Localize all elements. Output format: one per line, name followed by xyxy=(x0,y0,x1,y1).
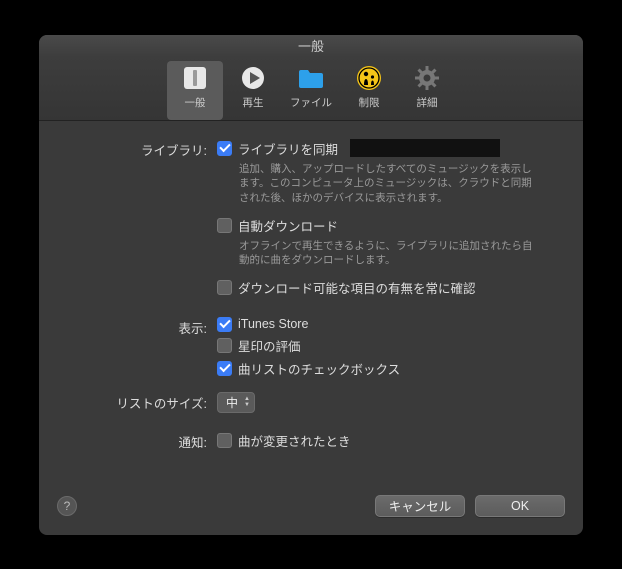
tab-files[interactable]: ファイル xyxy=(283,61,339,120)
cancel-button[interactable]: キャンセル xyxy=(375,495,465,517)
help-button[interactable]: ? xyxy=(57,496,77,516)
tab-advanced[interactable]: 詳細 xyxy=(399,61,455,120)
itunes-store-checkbox[interactable] xyxy=(217,317,232,332)
ok-button[interactable]: OK xyxy=(475,495,565,517)
footer: ? キャンセル OK xyxy=(39,487,583,535)
songlist-checkbox-label: 曲リストのチェックボックス xyxy=(238,359,400,378)
auto-download-checkbox[interactable] xyxy=(217,218,232,233)
star-rating-checkbox[interactable] xyxy=(217,338,232,353)
auto-download-label: 自動ダウンロード xyxy=(238,216,338,235)
tab-playback[interactable]: 再生 xyxy=(225,61,281,120)
song-changed-checkbox[interactable] xyxy=(217,433,232,448)
preferences-toolbar: 一般 再生 ファイル 制限 詳細 xyxy=(39,57,583,121)
notify-section-label: 通知: xyxy=(69,431,217,451)
sync-library-description: 追加、購入、アップロードしたすべてのミュージックを表示します。このコンピュータ上… xyxy=(239,162,539,206)
sync-library-label: ライブラリを同期 xyxy=(238,139,338,158)
songlist-checkbox-checkbox[interactable] xyxy=(217,361,232,376)
preferences-window: 一般 一般 再生 ファイル 制限 xyxy=(39,35,583,535)
display-section-label: 表示: xyxy=(69,317,217,337)
sync-library-account-field xyxy=(350,139,500,157)
tab-restrictions-label: 制限 xyxy=(359,95,380,110)
ok-button-label: OK xyxy=(511,499,529,513)
parental-icon xyxy=(354,63,384,93)
tab-general-label: 一般 xyxy=(185,95,206,110)
check-downloads-label: ダウンロード可能な項目の有無を常に確認 xyxy=(238,278,476,297)
itunes-store-label: iTunes Store xyxy=(238,317,308,331)
song-changed-label: 曲が変更されたとき xyxy=(238,431,351,450)
star-rating-label: 星印の評価 xyxy=(238,336,301,355)
library-section-label: ライブラリ: xyxy=(69,139,217,159)
cancel-button-label: キャンセル xyxy=(389,496,452,515)
listsize-select[interactable]: 中 ▲▼ xyxy=(217,392,255,413)
listsize-section-label: リストのサイズ: xyxy=(69,392,217,412)
help-icon: ? xyxy=(64,499,71,513)
general-icon xyxy=(180,63,210,93)
listsize-value: 中 xyxy=(226,394,238,411)
play-icon xyxy=(238,63,268,93)
window-title: 一般 xyxy=(298,36,324,55)
tab-playback-label: 再生 xyxy=(243,95,264,110)
sync-library-checkbox[interactable] xyxy=(217,141,232,156)
content-area: ライブラリ: ライブラリを同期 追加、購入、アップロードしたすべてのミュージック… xyxy=(39,121,583,487)
tab-advanced-label: 詳細 xyxy=(417,95,438,110)
chevron-updown-icon: ▲▼ xyxy=(244,396,250,408)
tab-files-label: ファイル xyxy=(290,95,332,110)
tab-restrictions[interactable]: 制限 xyxy=(341,61,397,120)
tab-general[interactable]: 一般 xyxy=(167,61,223,120)
auto-download-description: オフラインで再生できるように、ライブラリに追加されたら自動的に曲をダウンロードし… xyxy=(239,239,539,268)
folder-icon xyxy=(296,63,326,93)
check-downloads-checkbox[interactable] xyxy=(217,280,232,295)
gear-icon xyxy=(412,63,442,93)
window-titlebar: 一般 xyxy=(39,35,583,57)
